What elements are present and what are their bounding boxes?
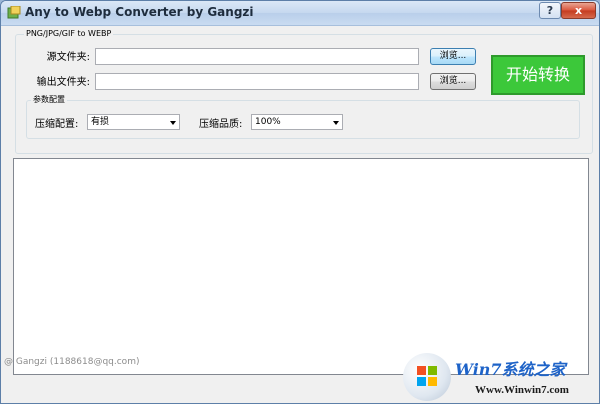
close-button[interactable]: x	[561, 2, 596, 19]
compress-mode-select[interactable]: 有损	[87, 114, 180, 130]
title-bar[interactable]: Any to Webp Converter by Gangzi ? x	[1, 1, 599, 26]
convert-group-label: PNG/JPG/GIF to WEBP	[24, 29, 114, 38]
source-folder-input[interactable]	[95, 48, 419, 65]
windows-logo-icon	[403, 353, 451, 401]
quality-label: 压缩品质:	[199, 119, 243, 130]
source-folder-label: 源文件夹:	[46, 52, 90, 63]
help-button[interactable]: ?	[539, 2, 561, 19]
log-output-area[interactable]	[13, 158, 589, 375]
params-group-label: 参数配置	[31, 94, 67, 105]
output-browse-button[interactable]: 浏览...	[430, 73, 476, 90]
watermark-url: Www.Winwin7.com	[475, 384, 569, 396]
client-area: PNG/JPG/GIF to WEBP 源文件夹: 浏览... 输出文件夹: 浏…	[7, 27, 593, 398]
compress-mode-label: 压缩配置:	[35, 119, 79, 130]
watermark: Win7系统之家 Www.Winwin7.com	[401, 351, 599, 403]
status-bar-text: @ Gangzi (1188618@qq.com)	[4, 357, 140, 367]
quality-value: 100%	[255, 117, 281, 127]
source-browse-button[interactable]: 浏览...	[430, 48, 476, 65]
output-folder-input[interactable]	[95, 73, 419, 90]
chevron-down-icon	[170, 121, 176, 125]
chevron-down-icon	[333, 121, 339, 125]
app-icon	[7, 6, 21, 19]
params-group: 参数配置 压缩配置: 有损 压缩品质: 100%	[26, 94, 580, 139]
app-window: Any to Webp Converter by Gangzi ? x PNG/…	[0, 0, 600, 404]
window-title: Any to Webp Converter by Gangzi	[25, 5, 254, 19]
compress-mode-value: 有损	[91, 117, 110, 127]
watermark-brand: Win7系统之家	[455, 360, 566, 379]
output-folder-label: 输出文件夹:	[36, 77, 90, 88]
start-convert-button[interactable]: 开始转换	[491, 55, 585, 95]
quality-select[interactable]: 100%	[251, 114, 343, 130]
